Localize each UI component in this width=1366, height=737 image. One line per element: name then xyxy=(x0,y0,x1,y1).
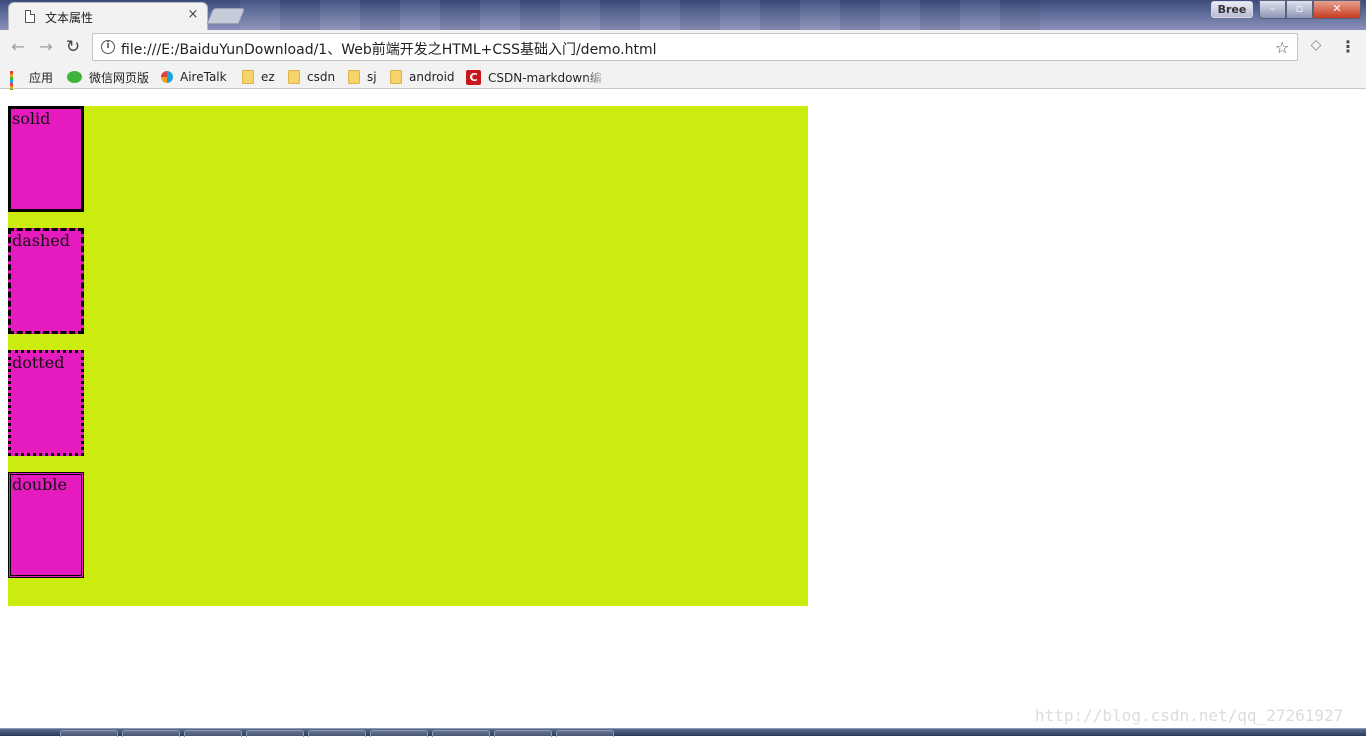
outer-container: solid dashed dotted double xyxy=(8,106,808,606)
minimize-button[interactable]: – xyxy=(1259,0,1286,19)
dashed-border-box: dashed xyxy=(8,228,84,334)
bookmark-folder-csdn[interactable]: csdn xyxy=(288,68,335,86)
back-icon[interactable]: ← xyxy=(8,37,28,57)
folder-icon xyxy=(242,70,254,84)
bookmark-folder-ez[interactable]: ez xyxy=(242,68,275,86)
title-bar: 文本属性 × Bree – ▫ ✕ xyxy=(0,0,1366,30)
maximize-button[interactable]: ▫ xyxy=(1286,0,1313,19)
bookmark-label: sj xyxy=(367,70,377,84)
bookmark-csdn-markdown[interactable]: C CSDN-markdown编 xyxy=(466,68,602,86)
page-content: solid dashed dotted double http://blog.c… xyxy=(0,90,1366,728)
dotted-border-box: dotted xyxy=(8,350,84,456)
window-controls: – ▫ ✕ xyxy=(1259,0,1363,19)
reload-icon[interactable]: ↻ xyxy=(63,37,83,57)
url-text[interactable]: file:///E:/BaiduYunDownload/1、Web前端开发之HT… xyxy=(121,39,656,59)
bookmark-apps[interactable]: 应用 xyxy=(10,68,54,98)
bookmark-folder-android[interactable]: android xyxy=(390,68,455,86)
bookmark-airetalk[interactable]: AireTalk xyxy=(161,68,227,86)
folder-icon xyxy=(348,70,360,84)
airetalk-icon xyxy=(161,71,173,83)
apps-icon xyxy=(10,71,22,98)
bookmark-label: ez xyxy=(261,70,275,84)
solid-border-box: solid xyxy=(8,106,84,212)
menu-icon[interactable]: ⋮ xyxy=(1340,37,1356,56)
close-window-button[interactable]: ✕ xyxy=(1313,0,1361,19)
double-border-box: double xyxy=(8,472,84,578)
bookmark-folder-sj[interactable]: sj xyxy=(348,68,377,86)
taskbar xyxy=(0,728,1366,737)
address-bar[interactable]: i file:///E:/BaiduYunDownload/1、Web前端开发之… xyxy=(92,33,1298,61)
browser-toolbar: ← → ↻ i file:///E:/BaiduYunDownload/1、We… xyxy=(0,30,1366,64)
bookmark-label: AireTalk xyxy=(180,70,227,84)
new-tab-button[interactable] xyxy=(206,8,246,24)
watermark-text: http://blog.csdn.net/qq_27261927 xyxy=(1035,706,1344,725)
extension-shield-icon[interactable]: ◇ xyxy=(1308,37,1324,55)
csdn-icon: C xyxy=(466,69,481,85)
info-icon[interactable]: i xyxy=(101,40,115,54)
tab-close-button[interactable]: × xyxy=(185,7,201,23)
folder-icon xyxy=(288,70,300,84)
bookmark-label: android xyxy=(409,70,455,84)
bookmark-label: CSDN-markdown编 xyxy=(488,70,602,85)
tab-active[interactable]: 文本属性 × xyxy=(8,2,208,30)
folder-icon xyxy=(390,70,402,84)
document-icon xyxy=(25,10,35,23)
bookmark-label: 微信网页版 xyxy=(89,70,150,85)
bookmarks-bar: 应用 微信网页版 AireTalk ez csdn sj android C C… xyxy=(0,64,1366,98)
user-profile-button[interactable]: Bree xyxy=(1211,1,1253,18)
bookmark-label: 应用 xyxy=(29,70,54,85)
wechat-icon xyxy=(67,71,82,83)
bookmark-star-icon[interactable]: ☆ xyxy=(1275,38,1289,57)
bookmark-label: csdn xyxy=(307,70,336,84)
forward-icon[interactable]: → xyxy=(36,37,56,57)
bookmark-wechat[interactable]: 微信网页版 xyxy=(67,68,149,86)
tab-title: 文本属性 xyxy=(45,11,94,25)
